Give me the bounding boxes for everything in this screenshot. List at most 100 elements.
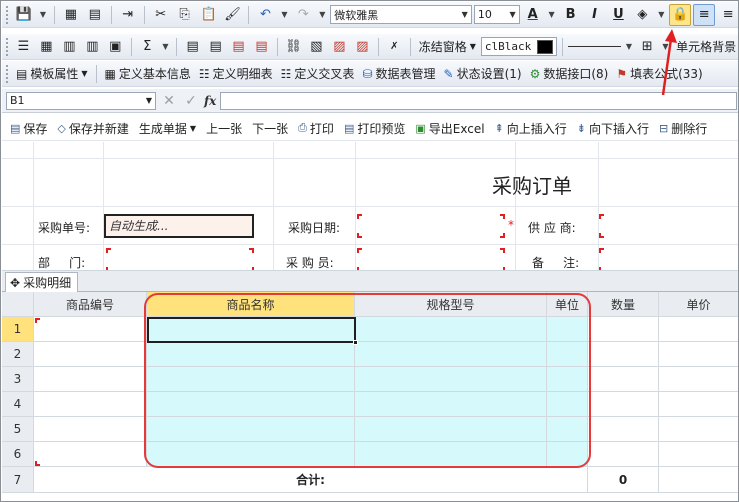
row-header[interactable]: 5 — [2, 417, 34, 442]
grid-cell[interactable] — [547, 392, 588, 417]
dept-field[interactable] — [106, 248, 254, 270]
picture-icon[interactable]: ▨ — [329, 36, 350, 58]
grid-cell[interactable] — [588, 392, 659, 417]
define-detail-table-button[interactable]: ☷ 定义明细表 — [196, 65, 276, 82]
row-header[interactable]: 6 — [2, 442, 34, 467]
grid-cell[interactable] — [588, 367, 659, 392]
sheet-red2-icon[interactable]: ▤ — [251, 36, 272, 58]
grid-cell[interactable] — [547, 367, 588, 392]
status-settings-button[interactable]: ✎ 状态设置(1) — [441, 65, 525, 82]
move-icon[interactable]: ✥ — [10, 276, 20, 290]
delete-row-button[interactable]: ⊟ 删除行 — [659, 120, 707, 137]
font-color-icon[interactable]: A — [522, 4, 544, 26]
sum-icon[interactable]: Σ — [137, 36, 158, 58]
line-style-icon[interactable] — [568, 46, 622, 47]
grid-cell[interactable] — [355, 392, 547, 417]
underline-icon[interactable]: U — [607, 4, 629, 26]
paste-icon[interactable]: 📋 — [198, 4, 220, 26]
align-center-icon[interactable]: ≡ — [717, 4, 738, 26]
column-header[interactable]: 商品编号 — [34, 292, 147, 317]
object-icon[interactable]: ▧ — [306, 36, 327, 58]
line-style-dropdown-icon[interactable]: ▼ — [623, 36, 634, 58]
confirm-formula-icon[interactable]: ✓ — [182, 93, 200, 109]
font-color-dropdown-icon[interactable]: ▼ — [546, 4, 558, 26]
cell-background-button[interactable]: 单元格背景 — [673, 38, 738, 55]
save-and-new-button[interactable]: ◇ 保存并新建 — [57, 120, 128, 137]
insert-col-icon[interactable]: ▥ — [59, 36, 80, 58]
previous-button[interactable]: 上一张 — [206, 120, 242, 137]
grid-cell[interactable] — [355, 442, 547, 467]
grid-cell[interactable] — [147, 417, 355, 442]
column-header[interactable]: 单位 — [547, 292, 588, 317]
grid-cell[interactable] — [355, 317, 547, 342]
grid-cell[interactable] — [355, 417, 547, 442]
cut-icon[interactable]: ✂ — [150, 4, 172, 26]
grid-cell[interactable] — [547, 417, 588, 442]
grid-cell[interactable] — [659, 417, 738, 442]
undo-icon[interactable]: ↶ — [254, 4, 276, 26]
sum-dropdown-icon[interactable]: ▼ — [160, 36, 171, 58]
generate-document-button[interactable]: 生成单据 ▼ — [139, 120, 196, 137]
fill-formula-button[interactable]: ⚑ 填表公式(33) — [613, 65, 705, 82]
column-header[interactable]: 单价 — [659, 292, 738, 317]
fill-color-dropdown-icon[interactable]: ▼ — [655, 4, 667, 26]
total-price-cell[interactable] — [659, 467, 738, 493]
insert-row-icon[interactable]: ☰ — [13, 36, 34, 58]
copy-icon[interactable]: ⎘ — [174, 4, 196, 26]
picture2-icon[interactable]: ▨ — [352, 36, 373, 58]
color-select[interactable]: clBlack — [480, 37, 558, 56]
grid-cell[interactable] — [34, 317, 147, 342]
cancel-formula-icon[interactable]: ✕ — [160, 93, 178, 109]
row-header[interactable]: 7 — [2, 467, 34, 493]
export-excel-button[interactable]: ▣ 导出Excel — [415, 120, 484, 137]
define-basic-info-button[interactable]: ▦ 定义基本信息 — [102, 65, 194, 82]
grid-cell[interactable] — [547, 342, 588, 367]
row-header[interactable]: 2 — [2, 342, 34, 367]
link-icon[interactable]: ⛓ — [283, 36, 304, 58]
grid-cell[interactable] — [147, 392, 355, 417]
save-icon[interactable]: 💾 — [13, 4, 35, 26]
grid-cell[interactable] — [659, 442, 738, 467]
exit-icon[interactable]: ⇥ — [117, 4, 139, 26]
formula-input[interactable] — [220, 91, 737, 110]
font-name-select[interactable]: 微软雅黑 ▼ — [330, 5, 472, 24]
grid-cell[interactable] — [659, 392, 738, 417]
grid-cell[interactable] — [355, 367, 547, 392]
insert-row-below-button[interactable]: ⇟ 向下插入行 — [577, 120, 649, 137]
supplier-field[interactable] — [599, 214, 738, 238]
import-icon[interactable]: ▤ — [84, 4, 106, 26]
toolbar-grip[interactable] — [6, 5, 9, 24]
buyer-field[interactable] — [357, 248, 505, 270]
grid-cell[interactable] — [588, 442, 659, 467]
clear-format-icon[interactable]: ✗ — [384, 36, 405, 58]
bold-icon[interactable]: B — [560, 4, 582, 26]
column-header[interactable]: 商品名称 — [147, 292, 355, 317]
merge-icon[interactable]: ▣ — [105, 36, 126, 58]
print-button[interactable]: ⎙ 打印 — [298, 120, 334, 137]
save-dropdown-icon[interactable]: ▼ — [37, 4, 49, 26]
grid-corner[interactable] — [2, 292, 34, 317]
order-date-field[interactable] — [357, 214, 505, 238]
grid-cell[interactable] — [588, 317, 659, 342]
row-header[interactable]: 1 — [2, 317, 34, 342]
data-interface-button[interactable]: ⚙ 数据接口(8) — [527, 65, 612, 82]
order-no-field[interactable]: 自动生成... — [104, 214, 254, 238]
add-sheet-icon[interactable]: ▤ — [182, 36, 203, 58]
save-button[interactable]: ▤ 保存 — [10, 120, 47, 137]
fill-color-icon[interactable]: ◈ — [631, 4, 653, 26]
font-size-select[interactable]: 10 ▼ — [473, 5, 520, 24]
border-dropdown-icon[interactable]: ▼ — [660, 36, 671, 58]
data-table-manage-button[interactable]: ⛁ 数据表管理 — [359, 65, 438, 82]
redo-icon[interactable]: ↷ — [292, 4, 314, 26]
grid-cell[interactable] — [547, 317, 588, 342]
insert-row-above-button[interactable]: ⇞ 向上插入行 — [495, 120, 567, 137]
grid-cell[interactable] — [34, 417, 147, 442]
template-properties-button[interactable]: ▤ 模板属性 ▼ — [13, 65, 91, 82]
grid-cell[interactable] — [147, 442, 355, 467]
export-icon[interactable]: ▦ — [60, 4, 82, 26]
sheet-red-icon[interactable]: ▤ — [228, 36, 249, 58]
next-button[interactable]: 下一张 — [252, 120, 288, 137]
tab-purchase-detail[interactable]: ✥ 采购明细 — [5, 272, 79, 292]
grid-cell[interactable] — [34, 392, 147, 417]
grid-cell[interactable] — [34, 442, 147, 467]
